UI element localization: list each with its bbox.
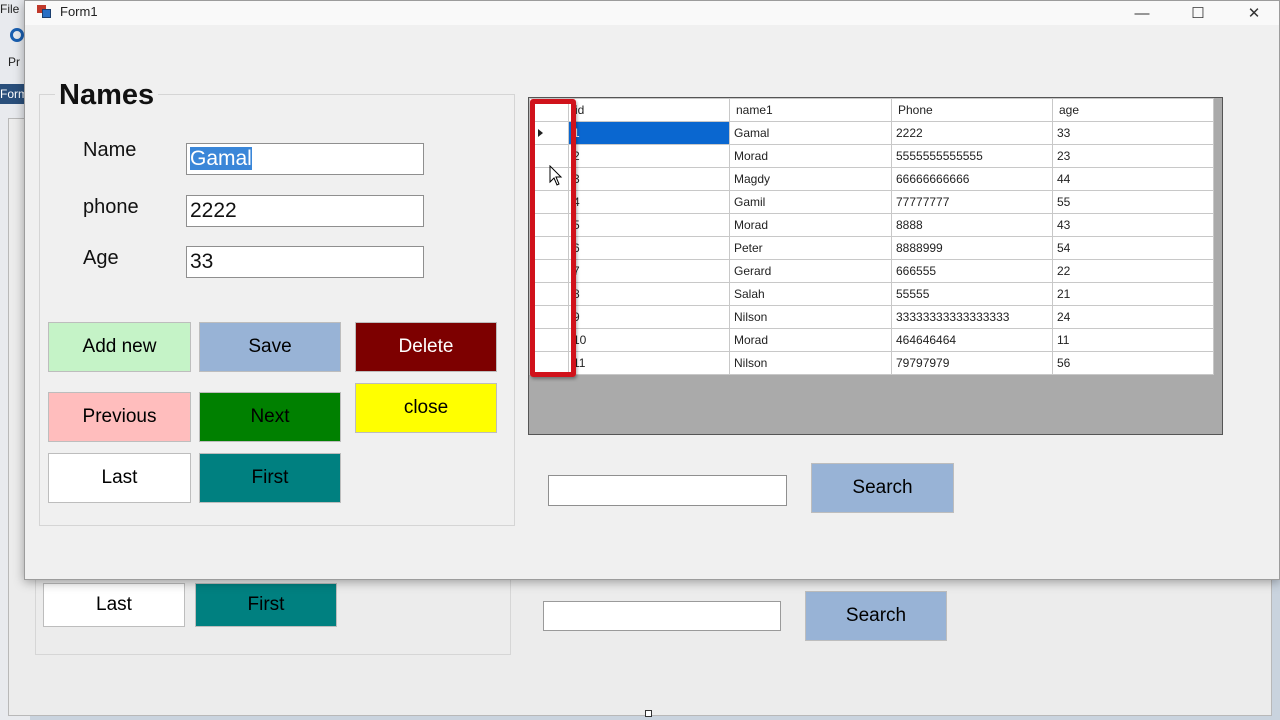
table-row[interactable]: 11 Nilson 79797979 56 bbox=[529, 351, 1214, 375]
table-row[interactable]: 3 Magdy 66666666666 44 bbox=[529, 167, 1214, 191]
cell-age[interactable]: 43 bbox=[1052, 213, 1214, 237]
cell-name1[interactable]: Gamal bbox=[729, 121, 892, 145]
last-button[interactable]: Last bbox=[48, 453, 191, 503]
names-datagrid[interactable]: id name1 Phone age 1 Gamal 2222 33 2 Morad 555… bbox=[528, 97, 1223, 435]
cell-name1[interactable]: Gamil bbox=[729, 190, 892, 214]
delete-button[interactable]: Delete bbox=[355, 322, 497, 372]
phone-field[interactable]: 2222 bbox=[186, 195, 424, 227]
table-row[interactable]: 6 Peter 8888999 54 bbox=[529, 236, 1214, 260]
cell-name1[interactable]: Morad bbox=[729, 328, 892, 352]
add-new-button[interactable]: Add new bbox=[48, 322, 191, 372]
column-header-phone[interactable]: Phone bbox=[891, 98, 1053, 122]
cell-name1[interactable]: Gerard bbox=[729, 259, 892, 283]
cell-id[interactable]: 8 bbox=[568, 282, 730, 306]
table-row[interactable]: 7 Gerard 666555 22 bbox=[529, 259, 1214, 283]
phone-label: phone bbox=[83, 196, 139, 218]
cell-age[interactable]: 22 bbox=[1052, 259, 1214, 283]
search-input[interactable] bbox=[548, 475, 787, 506]
column-header-name1[interactable]: name1 bbox=[729, 98, 892, 122]
window-title: Form1 bbox=[60, 4, 98, 19]
cell-phone[interactable]: 8888 bbox=[891, 213, 1053, 237]
table-row[interactable]: 8 Salah 55555 21 bbox=[529, 282, 1214, 306]
age-field[interactable]: 33 bbox=[186, 246, 424, 278]
cell-age[interactable]: 24 bbox=[1052, 305, 1214, 329]
cell-phone[interactable]: 55555 bbox=[891, 282, 1053, 306]
cell-age[interactable]: 56 bbox=[1052, 351, 1214, 375]
cell-age[interactable]: 23 bbox=[1052, 144, 1214, 168]
cell-age[interactable]: 33 bbox=[1052, 121, 1214, 145]
cell-name1[interactable]: Nilson bbox=[729, 305, 892, 329]
cell-id[interactable]: 7 bbox=[568, 259, 730, 283]
designer-resize-handle[interactable] bbox=[645, 710, 652, 717]
designer-search-button[interactable]: Search bbox=[805, 591, 947, 641]
search-button[interactable]: Search bbox=[811, 463, 954, 513]
refresh-icon bbox=[10, 28, 24, 42]
age-label: Age bbox=[83, 247, 119, 269]
form1-window: Form1 — ☐ ✕ Names Name Gamal phone 2222 … bbox=[24, 0, 1280, 580]
next-button[interactable]: Next bbox=[199, 392, 341, 442]
cell-id[interactable]: 11 bbox=[568, 351, 730, 375]
cell-name1[interactable]: Nilson bbox=[729, 351, 892, 375]
cell-id[interactable]: 2 bbox=[568, 144, 730, 168]
group-title: Names bbox=[55, 79, 159, 112]
datagrid-header-row: id name1 Phone age bbox=[529, 98, 1214, 122]
cell-id[interactable]: 10 bbox=[568, 328, 730, 352]
name-field-text: Gamal bbox=[190, 147, 252, 170]
table-row[interactable]: 4 Gamil 77777777 55 bbox=[529, 190, 1214, 214]
minimize-button[interactable]: — bbox=[1119, 1, 1165, 25]
table-row[interactable]: 2 Morad 5555555555555 23 bbox=[529, 144, 1214, 168]
column-header-age[interactable]: age bbox=[1052, 98, 1214, 122]
previous-button[interactable]: Previous bbox=[48, 392, 191, 442]
close-window-button[interactable]: ✕ bbox=[1231, 1, 1277, 25]
cell-age[interactable]: 55 bbox=[1052, 190, 1214, 214]
cell-phone[interactable]: 5555555555555 bbox=[891, 144, 1053, 168]
designer-first-button[interactable]: First bbox=[195, 583, 337, 627]
cell-id[interactable]: 1 bbox=[568, 121, 730, 145]
table-row[interactable]: 9 Nilson 33333333333333333 24 bbox=[529, 305, 1214, 329]
save-button[interactable]: Save bbox=[199, 322, 341, 372]
ide-menu-file[interactable]: File bbox=[0, 0, 19, 16]
table-row[interactable]: 1 Gamal 2222 33 bbox=[529, 121, 1214, 145]
title-bar[interactable]: Form1 — ☐ ✕ bbox=[25, 1, 1279, 25]
cell-phone[interactable]: 77777777 bbox=[891, 190, 1053, 214]
cell-age[interactable]: 11 bbox=[1052, 328, 1214, 352]
cell-name1[interactable]: Morad bbox=[729, 213, 892, 237]
cell-age[interactable]: 54 bbox=[1052, 236, 1214, 260]
cell-phone[interactable]: 666555 bbox=[891, 259, 1053, 283]
designer-search-input[interactable] bbox=[543, 601, 781, 631]
column-header-id[interactable]: id bbox=[568, 98, 730, 122]
mouse-pointer-icon bbox=[549, 165, 563, 186]
cell-phone[interactable]: 79797979 bbox=[891, 351, 1053, 375]
table-row[interactable]: 10 Morad 464646464 11 bbox=[529, 328, 1214, 352]
cell-id[interactable]: 4 bbox=[568, 190, 730, 214]
cell-id[interactable]: 9 bbox=[568, 305, 730, 329]
cell-name1[interactable]: Magdy bbox=[729, 167, 892, 191]
age-field-text: 33 bbox=[190, 250, 214, 273]
cell-phone[interactable]: 2222 bbox=[891, 121, 1053, 145]
cell-age[interactable]: 44 bbox=[1052, 167, 1214, 191]
cell-phone[interactable]: 464646464 bbox=[891, 328, 1053, 352]
row-header-highlight-box bbox=[530, 99, 576, 377]
name-field[interactable]: Gamal bbox=[186, 143, 424, 175]
close-button[interactable]: close bbox=[355, 383, 497, 433]
cell-id[interactable]: 3 bbox=[568, 167, 730, 191]
ide-toolbar-label: Pr bbox=[8, 55, 20, 69]
cell-name1[interactable]: Peter bbox=[729, 236, 892, 260]
cell-name1[interactable]: Morad bbox=[729, 144, 892, 168]
cell-id[interactable]: 6 bbox=[568, 236, 730, 260]
phone-field-text: 2222 bbox=[190, 199, 237, 222]
maximize-button[interactable]: ☐ bbox=[1175, 1, 1221, 25]
designer-last-button[interactable]: Last bbox=[43, 583, 185, 627]
cell-phone[interactable]: 8888999 bbox=[891, 236, 1053, 260]
cell-phone[interactable]: 33333333333333333 bbox=[891, 305, 1053, 329]
cell-name1[interactable]: Salah bbox=[729, 282, 892, 306]
cell-age[interactable]: 21 bbox=[1052, 282, 1214, 306]
name-label: Name bbox=[83, 139, 137, 161]
cell-id[interactable]: 5 bbox=[568, 213, 730, 237]
table-row[interactable]: 5 Morad 8888 43 bbox=[529, 213, 1214, 237]
datagrid-table: id name1 Phone age 1 Gamal 2222 33 2 Morad 555… bbox=[529, 98, 1214, 375]
first-button[interactable]: First bbox=[199, 453, 341, 503]
cell-phone[interactable]: 66666666666 bbox=[891, 167, 1053, 191]
app-icon bbox=[37, 5, 51, 18]
